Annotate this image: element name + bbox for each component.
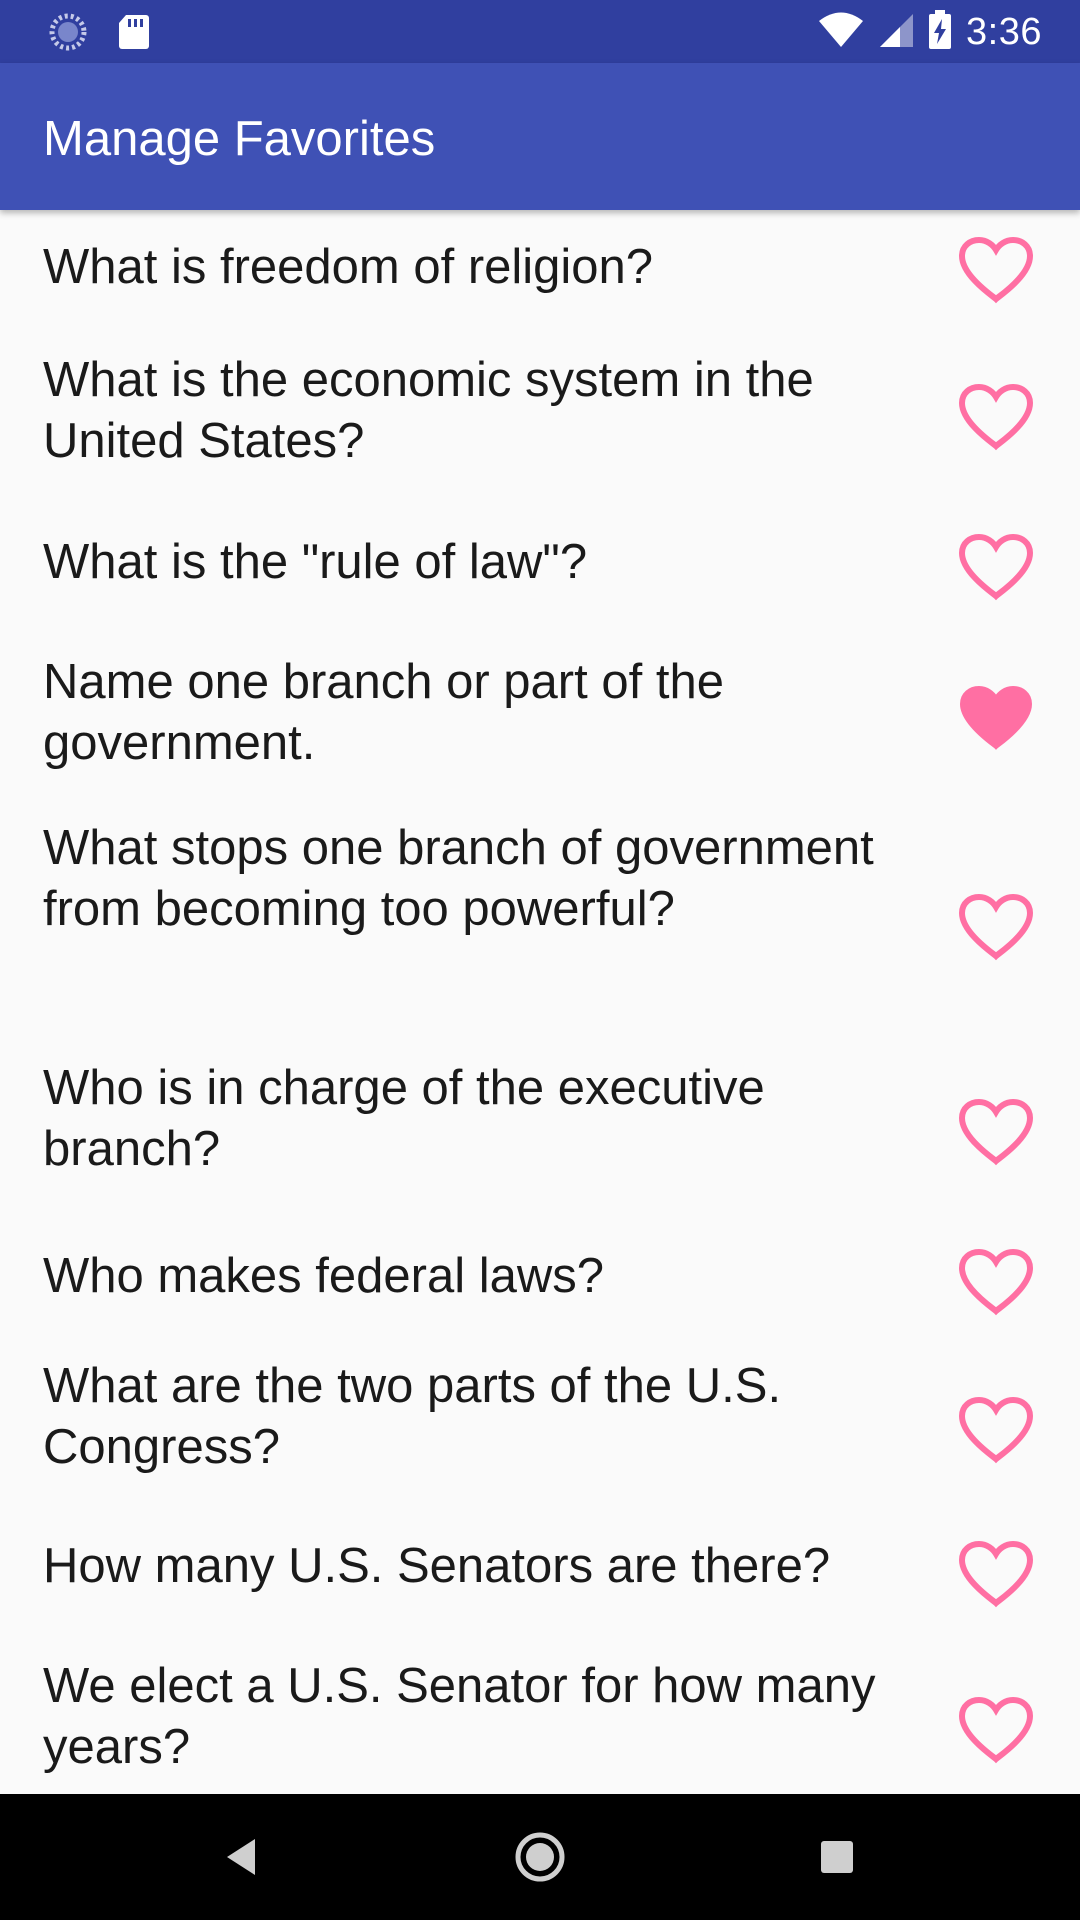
list-item[interactable]: What is freedom of religion?	[0, 210, 1080, 326]
heart-outline-icon[interactable]	[958, 383, 1034, 451]
heart-outline-icon[interactable]	[958, 1098, 1034, 1166]
list-item[interactable]: Who is in charge of the executive branch…	[0, 1048, 1080, 1228]
question-text: Name one branch or part of the governmen…	[43, 655, 724, 770]
wifi-icon	[818, 12, 864, 53]
recents-icon[interactable]	[804, 1824, 870, 1890]
question-text: What are the two parts of the U.S. Congr…	[43, 1359, 782, 1474]
status-time: 3:36	[966, 11, 1042, 53]
question-text: What is the "rule of law"?	[43, 535, 588, 589]
list-item[interactable]: What stops one branch of government from…	[0, 808, 1080, 1048]
app-bar: Manage Favorites	[0, 63, 1080, 210]
home-icon[interactable]	[507, 1824, 573, 1890]
battery-charging-icon	[928, 10, 952, 55]
heart-outline-icon[interactable]	[958, 236, 1034, 304]
navigation-bar	[0, 1794, 1080, 1920]
question-text: Who makes federal laws?	[43, 1249, 605, 1303]
question-text: How many U.S. Senators are there?	[43, 1539, 831, 1593]
heart-outline-icon[interactable]	[958, 533, 1034, 601]
list-item[interactable]: How many U.S. Senators are there?	[0, 1520, 1080, 1640]
heart-filled-icon[interactable]	[958, 684, 1034, 752]
favorites-list[interactable]: What is freedom of religion? What is the…	[0, 210, 1080, 1794]
question-text: What is freedom of religion?	[43, 240, 654, 294]
question-text: We elect a U.S. Senator for how many yea…	[43, 1659, 876, 1774]
heart-outline-icon[interactable]	[958, 893, 1034, 961]
list-item[interactable]: Name one branch or part of the governmen…	[0, 628, 1080, 808]
question-text: Who is in charge of the executive branch…	[43, 1061, 765, 1176]
status-bar: 3:36	[0, 0, 1080, 63]
heart-outline-icon[interactable]	[958, 1396, 1034, 1464]
list-item[interactable]: Who makes federal laws?	[0, 1228, 1080, 1340]
sync-icon	[48, 12, 88, 57]
list-item[interactable]: What is the "rule of law"?	[0, 508, 1080, 628]
page-title: Manage Favorites	[43, 112, 436, 166]
question-text: What stops one branch of government from…	[43, 821, 874, 936]
back-icon[interactable]	[208, 1824, 274, 1890]
sd-card-icon	[118, 13, 150, 56]
heart-outline-icon[interactable]	[958, 1696, 1034, 1764]
question-text: What is the economic system in the Unite…	[43, 353, 814, 468]
list-item[interactable]: What is the economic system in the Unite…	[0, 326, 1080, 508]
heart-outline-icon[interactable]	[958, 1540, 1034, 1608]
list-item[interactable]: What are the two parts of the U.S. Congr…	[0, 1340, 1080, 1520]
list-item[interactable]: We elect a U.S. Senator for how many yea…	[0, 1640, 1080, 1794]
heart-outline-icon[interactable]	[958, 1248, 1034, 1316]
signal-icon	[878, 12, 914, 53]
